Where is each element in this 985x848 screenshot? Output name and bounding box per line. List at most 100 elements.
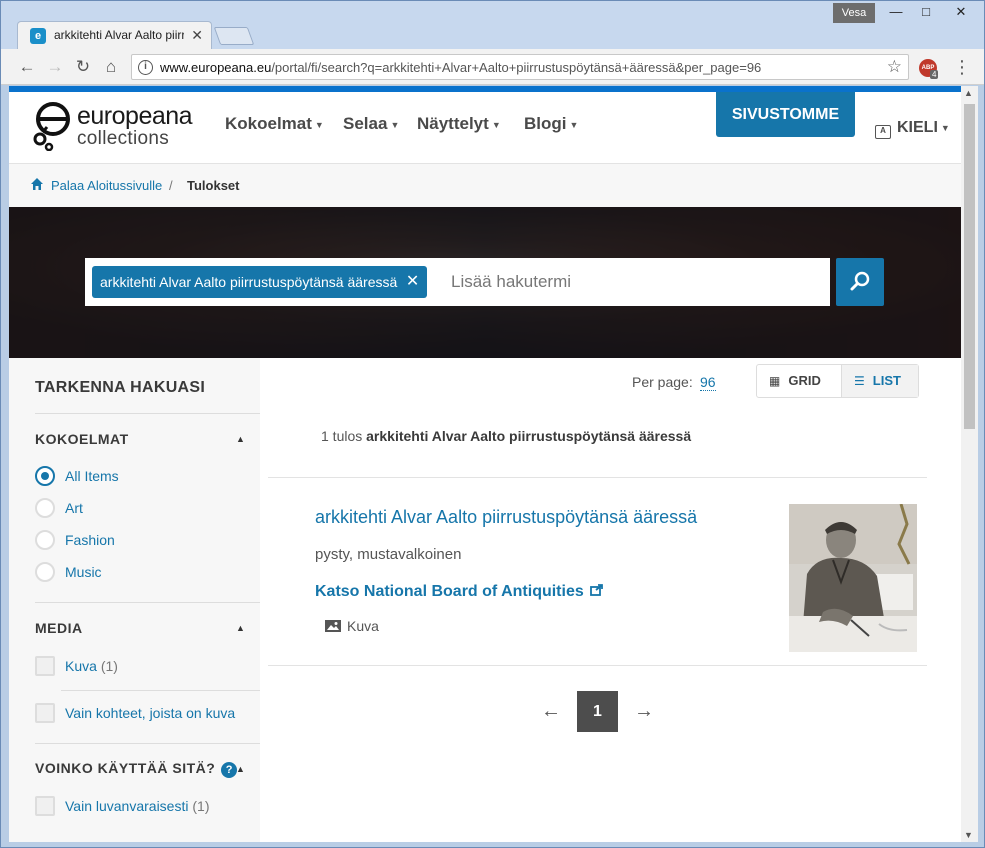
url-domain: www.europeana.eu [160, 60, 272, 75]
search-term-text: arkkitehti Alvar Aalto piirrustuspöytäns… [100, 274, 398, 290]
rights-heading-text: VOINKO KÄYTTÄÄ SITÄ? [35, 760, 216, 776]
close-window-icon[interactable]: ✕ [938, 1, 984, 23]
divider [35, 743, 260, 744]
reload-icon[interactable]: ↻ [73, 57, 93, 77]
search-input[interactable] [451, 266, 821, 298]
nav-label: Selaa [343, 114, 388, 133]
label-text: Vain luvanvaraisesti [65, 798, 189, 814]
search-term-pill[interactable]: arkkitehti Alvar Aalto piirrustuspöytäns… [92, 266, 428, 298]
grid-view-button[interactable]: ▦ GRID [757, 365, 841, 397]
search-box: arkkitehti Alvar Aalto piirrustuspöytäns… [85, 258, 830, 306]
breadcrumb-separator: / [169, 178, 173, 193]
maximize-icon[interactable]: □ [911, 1, 941, 23]
search-icon [850, 271, 870, 291]
help-icon[interactable]: ? [221, 762, 238, 778]
radio-label-music[interactable]: Music [65, 564, 102, 580]
browser-tab[interactable]: e arkkitehti Alvar Aalto piirr ✕ [17, 21, 212, 49]
result-title-link[interactable]: arkkitehti Alvar Aalto piirrustuspöytäns… [315, 507, 697, 528]
thumbnail-photo [789, 504, 917, 652]
europeana-logo-icon[interactable] [31, 101, 73, 151]
nav-nayttelyt[interactable]: Näyttelyt ▼ [417, 114, 501, 134]
collapse-up-icon[interactable]: ▲ [236, 764, 245, 774]
result-type-label: Kuva [347, 618, 379, 634]
nav-kokoelmat[interactable]: Kokoelmat ▼ [225, 114, 324, 134]
nav-selaa[interactable]: Selaa ▼ [343, 114, 399, 134]
radio-art[interactable] [35, 498, 55, 518]
title-bar: Vesa — □ ✕ e arkkitehti Alvar Aalto piir… [1, 1, 984, 49]
tab-close-icon[interactable]: ✕ [191, 27, 203, 44]
logo-wordmark[interactable]: europeana [77, 102, 193, 131]
radio-label-fashion[interactable]: Fashion [65, 532, 115, 548]
scroll-thumb[interactable] [964, 104, 975, 429]
check-label-restricted[interactable]: Vain luvanvaraisesti (1) [65, 798, 210, 814]
collapse-up-icon[interactable]: ▲ [236, 434, 245, 444]
checkbox-kuva[interactable] [35, 656, 55, 676]
vertical-scrollbar[interactable]: ▲ ▼ [961, 86, 978, 842]
search-button[interactable] [836, 258, 884, 306]
browser-menu-icon[interactable]: ⋮ [953, 57, 971, 78]
site-info-icon[interactable]: i [138, 60, 153, 75]
pager-next-button[interactable]: → [634, 700, 654, 723]
media-heading[interactable]: MEDIA [35, 620, 83, 636]
minimize-icon[interactable]: — [881, 1, 911, 23]
rights-heading[interactable]: VOINKO KÄYTTÄÄ SITÄ?? [35, 760, 238, 778]
pager-current-page[interactable]: 1 [577, 691, 618, 732]
breadcrumb-current: Tulokset [187, 178, 240, 193]
result-count: 1 tulos arkkitehti Alvar Aalto piirrustu… [321, 428, 691, 444]
check-label-kuva[interactable]: Kuva (1) [65, 658, 118, 674]
radio-fashion[interactable] [35, 530, 55, 550]
radio-label-all-items[interactable]: All Items [65, 468, 119, 484]
collections-heading[interactable]: KOKOELMAT [35, 431, 129, 447]
result-type: Kuva [325, 618, 379, 634]
home-icon[interactable] [31, 178, 43, 190]
grid-label: GRID [788, 373, 821, 388]
language-label: KIELI [897, 119, 938, 136]
per-page-label: Per page: [632, 374, 693, 390]
scroll-down-icon[interactable]: ▼ [964, 830, 973, 840]
scroll-up-icon[interactable]: ▲ [964, 88, 973, 98]
language-selector[interactable]: A KIELI ▼ [875, 119, 950, 139]
view-toggle: ▦ GRID ☰ LIST [756, 364, 919, 398]
divider [268, 665, 927, 666]
checkbox-only-with-image[interactable] [35, 703, 55, 723]
profile-user-chip[interactable]: Vesa [833, 3, 875, 23]
bookmark-star-icon[interactable]: ☆ [887, 57, 902, 77]
result-provider-link[interactable]: Katso National Board of Antiquities [315, 583, 604, 601]
chevron-down-icon: ▼ [390, 119, 400, 130]
grid-icon: ▦ [769, 374, 781, 388]
logo-subtitle[interactable]: collections [77, 128, 169, 150]
collapse-up-icon[interactable]: ▲ [236, 623, 245, 633]
new-tab-button[interactable] [213, 27, 255, 45]
pager-prev-button[interactable]: ← [541, 700, 561, 723]
list-view-button[interactable]: ☰ LIST [841, 365, 918, 397]
browser-window: Vesa — □ ✕ e arkkitehti Alvar Aalto piir… [0, 0, 985, 848]
remove-term-icon[interactable]: ✕ [406, 266, 419, 298]
list-icon: ☰ [854, 374, 865, 388]
checkbox-restricted[interactable] [35, 796, 55, 816]
search-hero-banner: arkkitehti Alvar Aalto piirrustuspöytäns… [9, 207, 961, 358]
result-description: pysty, mustavalkoinen [315, 546, 462, 563]
home-icon[interactable]: ⌂ [101, 57, 121, 77]
back-icon[interactable]: ← [17, 57, 37, 77]
forward-icon[interactable]: → [45, 57, 65, 77]
browser-toolbar: ← → ↻ ⌂ i www.europeana.eu/portal/fi/sea… [1, 49, 984, 85]
check-label-only-with-image[interactable]: Vain kohteet, joista on kuva [65, 705, 235, 721]
adblock-count-badge: 4 [930, 70, 939, 79]
radio-all-items[interactable] [35, 466, 55, 486]
address-bar[interactable]: i www.europeana.eu/portal/fi/search?q=ar… [131, 54, 909, 80]
external-link-icon [589, 584, 603, 596]
radio-music[interactable] [35, 562, 55, 582]
breadcrumb-home-link[interactable]: Palaa Aloitussivulle [51, 178, 162, 193]
nav-blogi[interactable]: Blogi ▼ [524, 114, 578, 134]
sivustomme-button[interactable]: SIVUSTOMME [716, 92, 855, 137]
result-thumbnail[interactable] [789, 504, 917, 652]
site-header: europeana collections Kokoelmat ▼ Selaa ▼ … [9, 92, 961, 164]
url-path: /portal/fi/search?q=arkkitehti+Alvar+Aal… [271, 60, 762, 75]
europeana-favicon-icon: e [30, 28, 46, 44]
nav-label: Näyttelyt [417, 114, 489, 133]
result-count-query: arkkitehti Alvar Aalto piirrustuspöytäns… [366, 428, 692, 444]
nav-label: Blogi [524, 114, 567, 133]
chevron-down-icon: ▼ [491, 119, 501, 130]
per-page-select[interactable]: 96 [700, 374, 716, 391]
radio-label-art[interactable]: Art [65, 500, 83, 516]
